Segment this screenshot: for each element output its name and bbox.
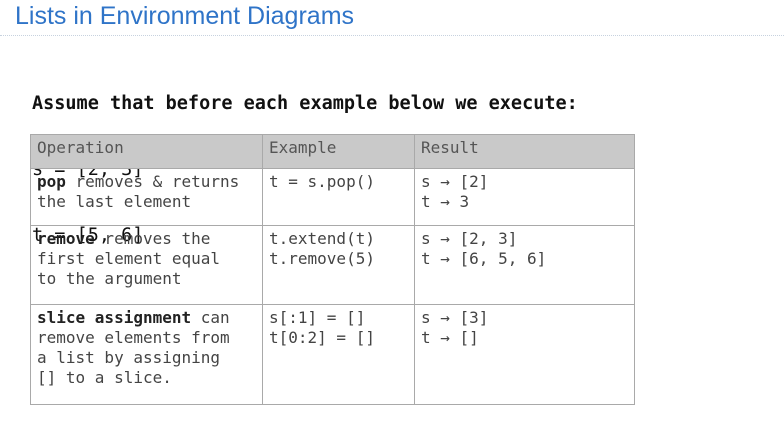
- table-row: pop removes & returns the last element t…: [30, 168, 635, 226]
- example-cell: t = s.pop(): [262, 168, 415, 226]
- result-line: t → [6, 5, 6]: [421, 249, 547, 268]
- operation-description: a list by assigning: [37, 348, 221, 367]
- operation-cell: remove removes the first element equal t…: [30, 225, 263, 305]
- operation-description: can: [191, 308, 230, 327]
- table-header-row: Operation Example Result: [30, 134, 635, 169]
- result-line: t → []: [421, 328, 479, 347]
- example-code: t = s.pop(): [269, 172, 375, 191]
- result-line: s → [3]: [421, 308, 489, 327]
- operation-keyword: pop: [37, 172, 66, 191]
- example-code: t[0:2] = []: [269, 328, 375, 347]
- result-cell: s → [3] t → []: [414, 304, 635, 405]
- example-code: t.extend(t): [269, 229, 375, 248]
- title-divider: [0, 35, 784, 36]
- table-row: remove removes the first element equal t…: [30, 225, 635, 305]
- column-header-operation: Operation: [30, 134, 263, 169]
- result-line: s → [2, 3]: [421, 229, 518, 248]
- result-line: s → [2]: [421, 172, 489, 191]
- operation-first-line: pop removes & returns: [37, 172, 256, 192]
- operation-description: to the argument: [37, 269, 182, 288]
- operation-keyword: remove: [37, 229, 95, 248]
- operation-first-line: remove removes the: [37, 229, 256, 249]
- operation-keyword: slice assignment: [37, 308, 192, 327]
- operation-description: removes the: [94, 229, 211, 248]
- example-code: s[:1] = []: [269, 308, 366, 327]
- example-code: t.remove(5): [269, 249, 375, 268]
- operations-table: Operation Example Result pop removes & r…: [30, 134, 635, 405]
- operation-description: first element equal: [37, 249, 221, 268]
- example-cell: s[:1] = [] t[0:2] = []: [262, 304, 415, 405]
- table-row: slice assignment can remove elements fro…: [30, 304, 635, 405]
- operation-description: the last element: [37, 192, 192, 211]
- operation-description: remove elements from: [37, 328, 230, 347]
- operation-cell: slice assignment can remove elements fro…: [30, 304, 263, 405]
- column-header-example: Example: [262, 134, 415, 169]
- column-header-result: Result: [414, 134, 635, 169]
- operation-description: [] to a slice.: [37, 368, 172, 387]
- operation-cell: pop removes & returns the last element: [30, 168, 263, 226]
- operation-description: removes & returns: [65, 172, 240, 191]
- example-cell: t.extend(t) t.remove(5): [262, 225, 415, 305]
- intro-heading: Assume that before each example below we…: [32, 93, 578, 114]
- operation-first-line: slice assignment can: [37, 308, 256, 328]
- result-cell: s → [2] t → 3: [414, 168, 635, 226]
- slide-title: Lists in Environment Diagrams: [15, 2, 355, 30]
- result-cell: s → [2, 3] t → [6, 5, 6]: [414, 225, 635, 305]
- result-line: t → 3: [421, 192, 470, 211]
